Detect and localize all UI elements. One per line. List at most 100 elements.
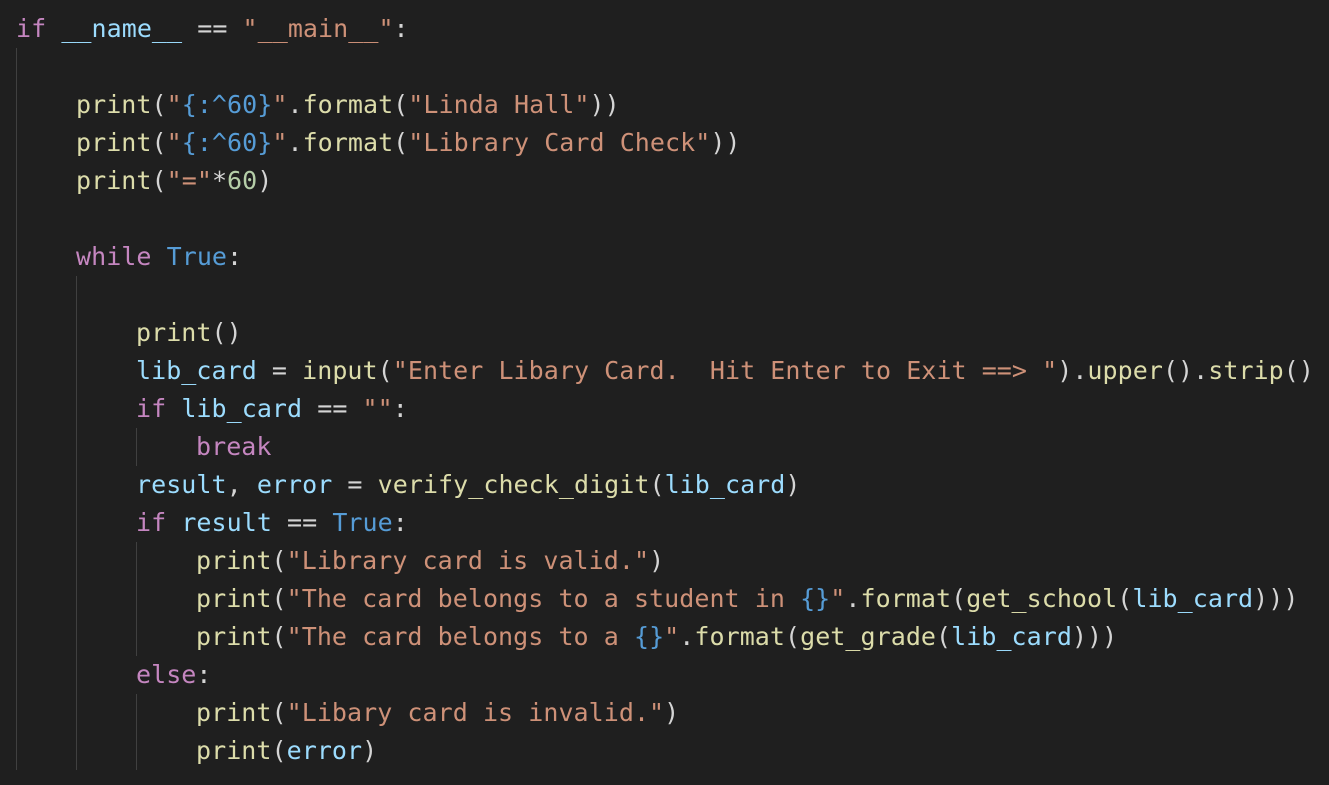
code-token: "Libary card is invalid." — [286, 698, 665, 727]
code-line[interactable]: print("Library card is valid.") — [196, 542, 664, 580]
code-token: ) — [649, 546, 665, 575]
code-token: print — [196, 622, 272, 651]
code-token: ( — [393, 128, 409, 157]
code-token: print — [136, 318, 212, 347]
code-token: == — [182, 14, 243, 43]
code-token: ) — [785, 470, 801, 499]
code-token: )) — [589, 90, 620, 119]
code-token: "Library card is valid." — [286, 546, 650, 575]
code-line[interactable]: lib_card = input("Enter Libary Card. Hit… — [136, 352, 1314, 390]
code-token: ) — [664, 698, 680, 727]
code-line[interactable]: else: — [136, 656, 212, 694]
code-line[interactable]: print("{:^60}".format("Library Card Chec… — [76, 124, 741, 162]
code-token: format — [694, 622, 785, 651]
code-token: ( — [936, 622, 952, 651]
code-token: ))) — [1071, 622, 1118, 651]
code-token: {} — [633, 622, 665, 651]
code-token: break — [196, 432, 272, 461]
code-token: ( — [393, 90, 409, 119]
code-line[interactable]: if __name__ == "__main__": — [16, 10, 409, 48]
code-token: " — [830, 584, 846, 613]
code-token: __name__ — [61, 14, 183, 43]
code-token: ))) — [1253, 584, 1299, 613]
code-token: = — [256, 356, 303, 385]
code-token: " — [272, 90, 288, 119]
code-token: if — [136, 394, 167, 423]
code-line[interactable]: result, error = verify_check_digit(lib_c… — [136, 466, 801, 504]
code-token: strip — [1208, 356, 1284, 385]
code-token: if — [136, 508, 167, 537]
code-token: "Library Card Check" — [408, 128, 711, 157]
code-token: ( — [151, 90, 167, 119]
code-token: ( — [649, 470, 665, 499]
code-token: format — [860, 584, 952, 613]
code-token: ) — [257, 166, 273, 195]
code-token: : — [393, 14, 409, 43]
code-token: while — [76, 242, 152, 271]
code-line[interactable]: print(error) — [196, 732, 377, 770]
code-editor[interactable]: if __name__ == "__main__": print("{:^60}"… — [0, 0, 1329, 785]
code-token: result — [181, 508, 272, 537]
code-token: input — [302, 356, 378, 385]
code-token: (). — [1162, 356, 1209, 385]
code-token: ( — [271, 698, 287, 727]
code-token: print — [76, 166, 152, 195]
code-line[interactable]: print("The card belongs to a student in … — [196, 580, 1298, 618]
code-token: == — [302, 394, 363, 423]
code-line[interactable]: print() — [136, 314, 242, 352]
code-token: "__main__" — [242, 14, 394, 43]
code-token: lib_card — [1132, 584, 1254, 613]
indent-guide — [16, 48, 17, 770]
code-token: "=" — [166, 166, 212, 195]
code-token: "" — [362, 394, 393, 423]
code-token: {:^60} — [181, 90, 273, 119]
code-token: result — [136, 470, 227, 499]
code-line[interactable]: print("="*60) — [76, 162, 272, 200]
code-token: True — [332, 508, 393, 537]
code-token: == — [271, 508, 333, 537]
code-token: ) — [362, 736, 378, 765]
code-token: print — [76, 90, 152, 119]
code-token: : — [227, 242, 243, 271]
indent-guide — [76, 276, 77, 770]
code-token: lib_card — [136, 356, 257, 385]
code-token: ( — [271, 584, 287, 613]
indent-guide — [136, 694, 137, 770]
code-token: ( — [785, 622, 801, 651]
code-token: get_school — [966, 584, 1118, 613]
code-token: ( — [151, 128, 167, 157]
code-token: . — [845, 584, 861, 613]
code-token: print — [196, 546, 272, 575]
code-token: print — [196, 698, 272, 727]
code-token: lib_card — [664, 470, 786, 499]
code-token: " — [664, 622, 680, 651]
code-token: "Linda Hall" — [408, 90, 590, 119]
code-token: print — [76, 128, 152, 157]
code-line[interactable]: print("{:^60}".format("Linda Hall")) — [76, 86, 620, 124]
code-token: ( — [271, 622, 287, 651]
code-line[interactable]: if result == True: — [136, 504, 408, 542]
code-token: : — [392, 508, 408, 537]
code-token: ( — [151, 166, 167, 195]
code-token: , — [226, 470, 257, 499]
code-token: {:^60} — [181, 128, 273, 157]
code-token: . — [679, 622, 695, 651]
code-token: " — [166, 90, 182, 119]
code-line[interactable]: while True: — [76, 238, 242, 276]
code-token: error — [256, 470, 333, 499]
code-line[interactable]: if lib_card == "": — [136, 390, 408, 428]
code-token: 60 — [227, 166, 258, 195]
code-line[interactable]: print("Libary card is invalid.") — [196, 694, 679, 732]
code-token: " — [166, 128, 182, 157]
code-token: ( — [271, 736, 287, 765]
code-line[interactable]: break — [196, 428, 272, 466]
code-token: : — [196, 660, 212, 689]
code-line[interactable]: print("The card belongs to a {}".format(… — [196, 618, 1117, 656]
code-token: {} — [800, 584, 831, 613]
code-token: = — [332, 470, 378, 499]
code-token: " — [272, 128, 288, 157]
code-token: ( — [271, 546, 287, 575]
code-token: * — [211, 166, 228, 195]
